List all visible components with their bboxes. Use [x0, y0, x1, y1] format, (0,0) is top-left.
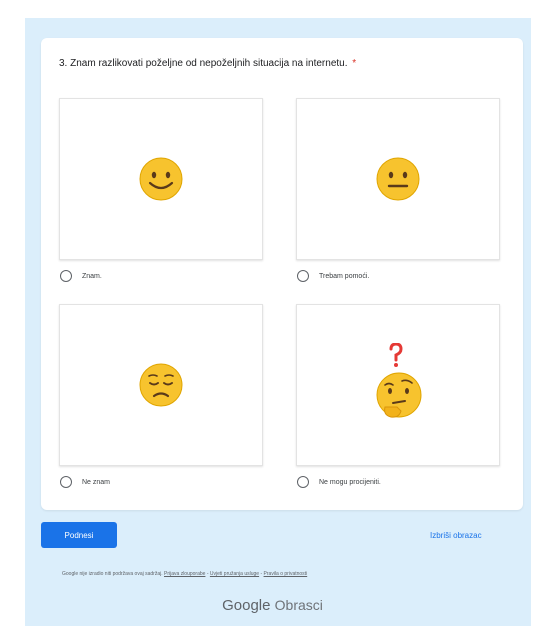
footer-notice-text: Google nije izradio niti podržava ovaj s…: [62, 571, 163, 577]
option-image-frame: [59, 98, 263, 260]
option-label: Ne mogu procijeniti.: [319, 478, 381, 486]
option-ne-znam[interactable]: Ne znam: [59, 304, 263, 490]
google-forms-logo: Google Obrasci: [0, 597, 545, 614]
radio-button[interactable]: [297, 270, 309, 282]
brand-google: Google: [222, 597, 271, 614]
sad-face-icon: [139, 363, 183, 407]
neutral-face-icon: [376, 157, 420, 201]
brand-product: Obrasci: [274, 597, 323, 613]
radio-button[interactable]: [60, 270, 72, 282]
question-text: 3. Znam razlikovati poželjne od nepoželj…: [59, 58, 348, 69]
thinking-face-icon: [376, 343, 422, 418]
terms-link[interactable]: Uvjeti pružanja usluge: [210, 571, 259, 577]
radio-button[interactable]: [297, 476, 309, 488]
required-asterisk: *: [352, 58, 357, 69]
report-abuse-link[interactable]: Prijava zlouporabe: [164, 571, 205, 577]
footer-notice: Google nije izradio niti podržava ovaj s…: [62, 571, 308, 577]
option-image-frame: [59, 304, 263, 466]
option-image-frame: [296, 98, 500, 260]
clear-form-link[interactable]: Izbriši obrazac: [430, 531, 482, 540]
radio-button[interactable]: [60, 476, 72, 488]
option-znam[interactable]: Znam.: [59, 98, 263, 284]
option-label: Trebam pomoći.: [319, 272, 370, 280]
option-label: Znam.: [82, 272, 102, 280]
option-label: Ne znam: [82, 478, 111, 486]
option-ne-mogu-procijeniti[interactable]: Ne mogu procijeniti.: [296, 304, 500, 490]
question-card: 3. Znam razlikovati poželjne od nepoželj…: [41, 38, 523, 510]
privacy-link[interactable]: Pravila o privatnosti: [264, 571, 308, 577]
question-title: 3. Znam razlikovati poželjne od nepoželj…: [59, 58, 356, 69]
smiling-face-icon: [139, 157, 183, 201]
submit-button[interactable]: Podnesi: [41, 522, 117, 548]
option-trebam-pomoci[interactable]: Trebam pomoći.: [296, 98, 500, 284]
option-image-frame: [296, 304, 500, 466]
